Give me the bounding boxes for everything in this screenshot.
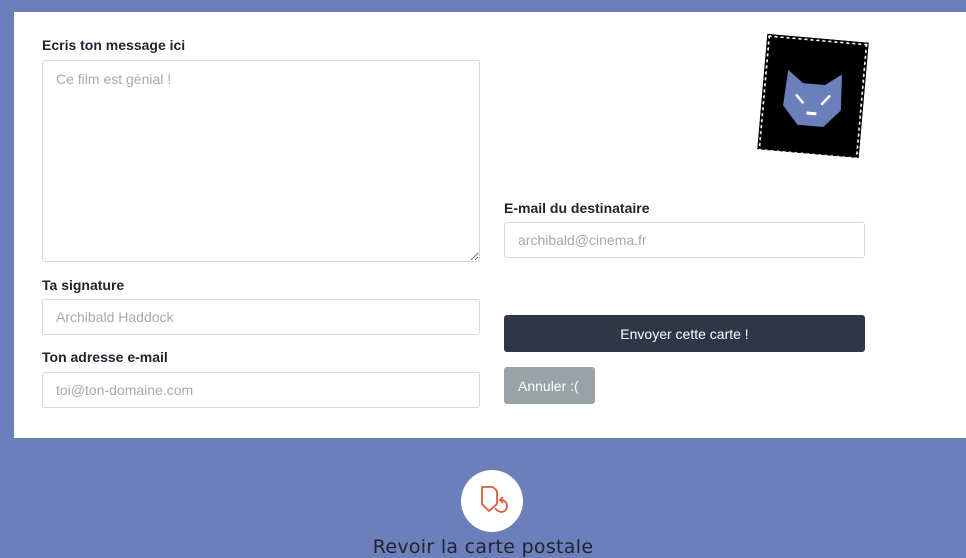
message-textarea[interactable] (42, 60, 480, 262)
email-label: Ton adresse e-mail (42, 349, 168, 365)
message-label: Ecris ton message ici (42, 37, 186, 53)
top-band (0, 0, 966, 12)
postcard-return-icon (481, 486, 508, 513)
review-postcard-link[interactable]: Revoir la carte postale (0, 536, 966, 558)
email-input[interactable] (42, 372, 480, 408)
recipient-email-input[interactable] (504, 222, 865, 258)
recipient-label: E-mail du destinataire (504, 200, 650, 216)
review-postcard-button[interactable] (461, 470, 523, 532)
stamp (757, 33, 869, 159)
signature-label: Ta signature (42, 277, 125, 293)
postcard-form: Ecris ton message ici Ta signature Ton a… (14, 12, 966, 438)
cancel-button[interactable]: Annuler :( (504, 367, 595, 404)
send-card-button[interactable]: Envoyer cette carte ! (504, 315, 865, 352)
signature-input[interactable] (42, 299, 480, 335)
